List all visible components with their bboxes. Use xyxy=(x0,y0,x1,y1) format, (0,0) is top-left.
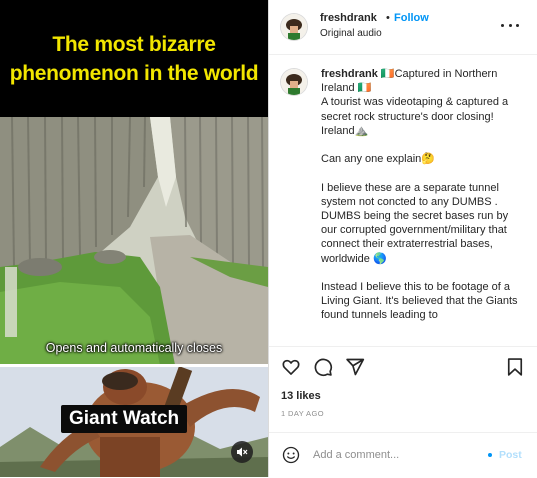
share-icon[interactable] xyxy=(345,357,365,377)
reel-video[interactable]: The most bizarre phenomenon in the world xyxy=(0,0,268,477)
bookmark-icon[interactable] xyxy=(505,357,525,377)
post-caption: freshdrank 🇮🇪Captured in Northern Irelan… xyxy=(321,67,519,337)
video-title-line-1: The most bizarre xyxy=(52,32,216,56)
rock-cliff-illustration xyxy=(0,117,268,365)
post-action-bar xyxy=(269,346,537,387)
video-subtitle: Opens and automatically closes xyxy=(45,341,223,355)
caption-avatar[interactable] xyxy=(281,69,307,95)
more-options-icon[interactable] xyxy=(501,20,519,30)
post-comment-button[interactable]: Post xyxy=(499,449,522,461)
caption-paragraph-2: Can any one explain🤔 xyxy=(321,153,435,166)
speaker-muted-icon[interactable] xyxy=(231,441,253,463)
post-header: freshdrank • Follow Original audio xyxy=(269,0,537,55)
caption-paragraph-1: A tourist was videotaping & captured a s… xyxy=(321,96,509,137)
post-details-panel: freshdrank • Follow Original audio fresh… xyxy=(268,0,537,477)
emoji-icon[interactable] xyxy=(282,446,300,464)
instagram-post-modal: The most bizarre phenomenon in the world xyxy=(0,0,537,477)
follow-button[interactable]: Follow xyxy=(394,12,429,24)
likes-count[interactable]: 13 likes xyxy=(281,390,321,402)
caption-paragraph-4: Instead I believe this to be footage of … xyxy=(321,281,518,322)
avatar[interactable] xyxy=(281,14,307,40)
post-timestamp[interactable]: 1 DAY AGO xyxy=(281,409,324,418)
post-author-username[interactable]: freshdrank xyxy=(320,12,377,24)
comment-icon[interactable] xyxy=(313,357,333,377)
post-indicator-dot xyxy=(488,453,492,457)
caption-paragraph-3: I believe these are a separate tunnel sy… xyxy=(321,181,509,265)
video-title-line-2: phenomenon in the world xyxy=(9,61,259,85)
giant-watch-badge: Giant Watch xyxy=(61,405,188,433)
comment-input[interactable] xyxy=(313,446,473,464)
video-title-overlay: The most bizarre phenomenon in the world xyxy=(0,0,268,117)
original-audio-link[interactable]: Original audio xyxy=(320,28,382,39)
caption-section: freshdrank 🇮🇪Captured in Northern Irelan… xyxy=(269,55,537,345)
caption-username[interactable]: freshdrank xyxy=(321,68,378,80)
rock-cliff-footage xyxy=(0,117,268,365)
header-separator: • xyxy=(386,12,390,24)
comment-bar: Post xyxy=(269,432,537,478)
heart-icon[interactable] xyxy=(281,357,301,377)
